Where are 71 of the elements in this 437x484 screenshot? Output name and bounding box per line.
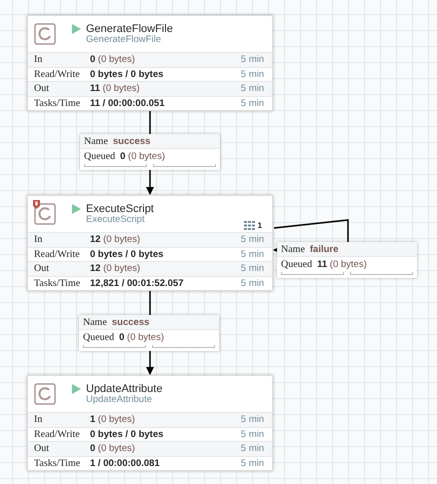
backpressure-bar <box>152 345 215 348</box>
connection-name: success <box>112 316 150 328</box>
connection-field-label: Name <box>281 244 305 254</box>
processor-node[interactable]: GenerateFlowFile GenerateFlowFile In 0 (0 bytes) 5 min Read/Write 0 bytes / 0 bytes 5 min Out 11 (0 bytes) 5 min Tasks/Time 11 / 00:00:00.051 5 min <box>27 15 273 111</box>
processor-type: ExecuteScript <box>86 215 145 225</box>
active-thread-count: 1 <box>258 221 262 230</box>
stat-period: 5 min <box>240 248 264 260</box>
stat-period: 5 min <box>240 98 264 109</box>
stat-value: 0 (0 bytes) <box>90 54 136 66</box>
stat-label: Tasks/Time <box>34 278 82 289</box>
queued-value: 0 (0 bytes) <box>119 332 164 342</box>
stat-label: Out <box>34 263 50 274</box>
stat-period: 5 min <box>240 83 264 94</box>
stat-label: Read/Write <box>34 428 81 440</box>
stat-value: 0 bytes / 0 bytes <box>90 248 164 260</box>
backpressure-bar <box>84 164 147 167</box>
stat-period: 5 min <box>240 278 264 289</box>
stat-period: 5 min <box>240 68 264 80</box>
processor-icon <box>34 23 56 45</box>
connection-field-label: Name <box>84 136 108 146</box>
stat-value: 11 / 00:00:00.051 <box>90 98 166 109</box>
connection-field-label: Queued <box>281 258 312 270</box>
processor-node[interactable]: UpdateAttribute UpdateAttribute In 1 (0 bytes) 5 min Read/Write 0 bytes / 0 bytes 5 min Out 0 (0 bytes) 5 min Tasks/Time 1 / 00:00:00.081 5 min <box>27 375 273 471</box>
processor-name: UpdateAttribute <box>86 383 162 395</box>
stat-period: 5 min <box>240 414 264 426</box>
stat-period: 5 min <box>240 263 264 274</box>
stat-value: 12 (0 bytes) <box>90 234 142 246</box>
connection-label[interactable]: Name success Queued 0 (0 bytes) <box>79 315 219 351</box>
connection-name: failure <box>310 244 338 254</box>
queued-value: 0 (0 bytes) <box>120 150 166 162</box>
stat-value: 0 bytes / 0 bytes <box>90 68 164 80</box>
threads-icon <box>244 221 255 230</box>
queued-value: 11 (0 bytes) <box>317 258 367 270</box>
connection-name: success <box>112 136 150 146</box>
stat-label: In <box>34 54 44 66</box>
stat-value: 0 (0 bytes) <box>90 443 136 454</box>
stat-value: 1 (0 bytes) <box>90 414 136 426</box>
stat-label: In <box>34 234 44 246</box>
stat-value: 12 (0 bytes) <box>90 263 142 274</box>
stat-label: Out <box>34 443 50 454</box>
stat-label: Tasks/Time <box>34 98 82 109</box>
stat-label: Tasks/Time <box>34 458 82 469</box>
backpressure-bar <box>350 272 413 275</box>
connection-field-label: Name <box>83 316 107 328</box>
stat-value: 1 / 00:00:00.081 <box>90 458 161 469</box>
stat-label: Read/Write <box>34 248 81 260</box>
stat-label: In <box>34 414 44 426</box>
backpressure-bar <box>281 272 344 275</box>
connection-field-label: Queued <box>83 332 114 342</box>
stat-period: 5 min <box>240 54 264 66</box>
stat-period: 5 min <box>240 458 264 469</box>
processor-type: UpdateAttribute <box>86 395 152 405</box>
stat-value: 12,821 / 00:01:52.057 <box>90 278 184 289</box>
processor-name: GenerateFlowFile <box>86 23 173 35</box>
connection-label[interactable]: Name failure Queued 11 (0 bytes) <box>277 242 417 278</box>
backpressure-bar <box>83 345 146 348</box>
stat-value: 0 bytes / 0 bytes <box>90 428 164 440</box>
stat-period: 5 min <box>240 443 264 454</box>
stat-value: 11 (0 bytes) <box>90 83 141 94</box>
stat-period: 5 min <box>240 428 264 440</box>
processor-icon <box>34 383 56 405</box>
stat-label: Out <box>34 83 50 94</box>
stat-period: 5 min <box>240 234 264 246</box>
connection-label[interactable]: Name success Queued 0 (0 bytes) <box>80 134 220 170</box>
processor-node[interactable]: ExecuteScript ExecuteScript 1 In 12 (0 bytes) 5 min Read/Write 0 bytes / 0 bytes 5 min Out 12 (0 bytes) 5 min Tasks/Time 12,821 / 00:01:52.057 5 min <box>27 195 273 291</box>
processor-icon <box>34 203 56 225</box>
backpressure-bar <box>153 164 216 167</box>
processor-name: ExecuteScript <box>86 203 154 215</box>
processor-type: GenerateFlowFile <box>86 35 162 45</box>
connection-field-label: Queued <box>84 150 116 162</box>
stat-label: Read/Write <box>34 68 81 80</box>
